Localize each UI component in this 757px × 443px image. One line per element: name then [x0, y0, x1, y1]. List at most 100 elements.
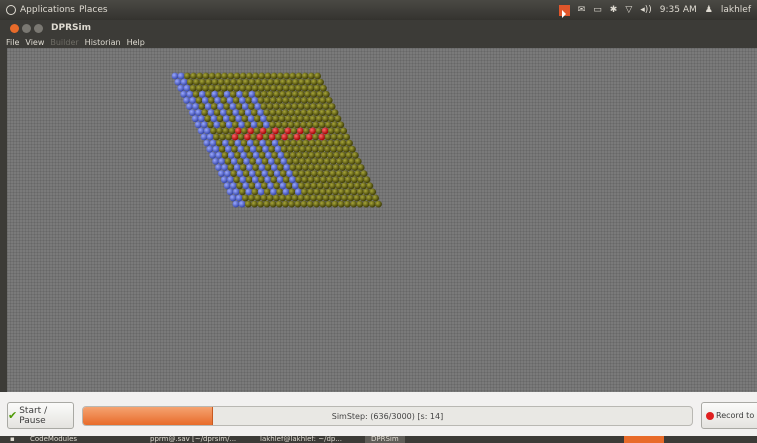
- module-olive[interactable]: [288, 97, 296, 104]
- module-olive[interactable]: [275, 109, 283, 116]
- module-blue[interactable]: [203, 139, 211, 147]
- module-olive[interactable]: [304, 90, 312, 98]
- module-blue[interactable]: [270, 188, 277, 196]
- module-olive[interactable]: [331, 121, 338, 129]
- module-olive[interactable]: [272, 115, 280, 123]
- module-blue[interactable]: [249, 170, 256, 177]
- module-olive[interactable]: [327, 151, 334, 159]
- module-blue[interactable]: [246, 164, 253, 171]
- module-olive[interactable]: [289, 84, 296, 92]
- window-title-bar[interactable]: DPRSim: [0, 20, 757, 36]
- module-olive[interactable]: [338, 188, 346, 196]
- module-olive[interactable]: [285, 182, 293, 190]
- module-olive[interactable]: [217, 90, 225, 98]
- module-blue[interactable]: [248, 90, 256, 98]
- module-olive[interactable]: [257, 200, 265, 208]
- module-olive[interactable]: [334, 115, 342, 123]
- module-olive[interactable]: [265, 139, 273, 147]
- module-blue[interactable]: [223, 182, 231, 190]
- module-olive[interactable]: [252, 72, 259, 80]
- module-olive[interactable]: [294, 121, 301, 129]
- module-olive[interactable]: [237, 158, 244, 165]
- module-olive[interactable]: [216, 127, 224, 135]
- module-olive[interactable]: [311, 170, 318, 177]
- module-olive[interactable]: [236, 182, 244, 190]
- module-olive[interactable]: [356, 200, 364, 208]
- module-olive[interactable]: [314, 164, 322, 171]
- module-olive[interactable]: [303, 115, 311, 123]
- module-olive[interactable]: [284, 115, 292, 123]
- module-olive[interactable]: [253, 115, 261, 123]
- module-olive[interactable]: [227, 164, 235, 171]
- module-olive[interactable]: [215, 72, 222, 80]
- module-blue[interactable]: [198, 90, 206, 98]
- module-olive[interactable]: [248, 182, 256, 190]
- show-desktop-icon[interactable]: ▪: [10, 436, 15, 443]
- module-olive[interactable]: [368, 200, 376, 208]
- module-blue[interactable]: [211, 90, 219, 98]
- module-blue[interactable]: [234, 139, 242, 147]
- module-olive[interactable]: [213, 133, 220, 141]
- module-blue[interactable]: [222, 115, 230, 123]
- module-red[interactable]: [281, 133, 288, 141]
- record-button[interactable]: Record to D: [701, 402, 757, 429]
- module-olive[interactable]: [264, 72, 272, 80]
- task-dprsim[interactable]: DPRSim: [365, 436, 405, 443]
- module-olive[interactable]: [275, 200, 283, 208]
- module-olive[interactable]: [273, 182, 281, 190]
- module-olive[interactable]: [320, 151, 328, 159]
- module-olive[interactable]: [331, 200, 339, 208]
- module-olive[interactable]: [342, 145, 350, 153]
- module-olive[interactable]: [344, 188, 352, 196]
- module-olive[interactable]: [272, 103, 280, 110]
- module-olive[interactable]: [317, 78, 324, 86]
- module-olive[interactable]: [332, 164, 340, 171]
- module-olive[interactable]: [333, 151, 341, 159]
- close-icon[interactable]: [10, 23, 19, 33]
- module-olive[interactable]: [304, 182, 312, 190]
- module-olive[interactable]: [228, 127, 236, 135]
- module-olive[interactable]: [201, 109, 209, 116]
- module-olive[interactable]: [318, 121, 326, 129]
- module-blue[interactable]: [267, 182, 274, 190]
- module-blue[interactable]: [227, 151, 235, 159]
- module-olive[interactable]: [273, 90, 281, 98]
- module-olive[interactable]: [313, 188, 321, 196]
- module-blue[interactable]: [220, 109, 227, 116]
- module-blue[interactable]: [286, 170, 293, 177]
- module-olive[interactable]: [240, 139, 248, 147]
- volume-icon[interactable]: ◂)): [640, 5, 652, 15]
- module-olive[interactable]: [210, 103, 218, 110]
- module-blue[interactable]: [230, 182, 237, 190]
- module-olive[interactable]: [303, 103, 311, 110]
- module-olive[interactable]: [263, 200, 271, 208]
- module-olive[interactable]: [301, 164, 309, 171]
- module-olive[interactable]: [239, 188, 246, 196]
- module-olive[interactable]: [300, 121, 307, 129]
- module-blue[interactable]: [225, 121, 233, 129]
- module-olive[interactable]: [287, 145, 294, 153]
- module-olive[interactable]: [186, 78, 194, 86]
- module-olive[interactable]: [372, 194, 379, 202]
- module-olive[interactable]: [332, 176, 340, 184]
- module-blue[interactable]: [261, 170, 269, 177]
- module-olive[interactable]: [349, 145, 356, 153]
- module-olive[interactable]: [314, 72, 321, 80]
- module-olive[interactable]: [294, 109, 302, 116]
- module-olive[interactable]: [301, 72, 309, 80]
- menu-historian[interactable]: Historian: [85, 38, 121, 47]
- module-olive[interactable]: [230, 78, 238, 86]
- module-blue[interactable]: [223, 90, 231, 98]
- module-olive[interactable]: [229, 90, 237, 98]
- applications-menu[interactable]: Applications: [20, 5, 75, 15]
- module-olive[interactable]: [299, 158, 306, 165]
- module-olive[interactable]: [320, 84, 327, 92]
- module-olive[interactable]: [256, 121, 264, 129]
- module-olive[interactable]: [268, 145, 276, 153]
- module-blue[interactable]: [201, 97, 209, 104]
- module-olive[interactable]: [345, 164, 353, 171]
- module-blue[interactable]: [236, 90, 243, 98]
- module-olive[interactable]: [309, 115, 317, 123]
- module-olive[interactable]: [351, 176, 358, 184]
- module-olive[interactable]: [287, 133, 295, 141]
